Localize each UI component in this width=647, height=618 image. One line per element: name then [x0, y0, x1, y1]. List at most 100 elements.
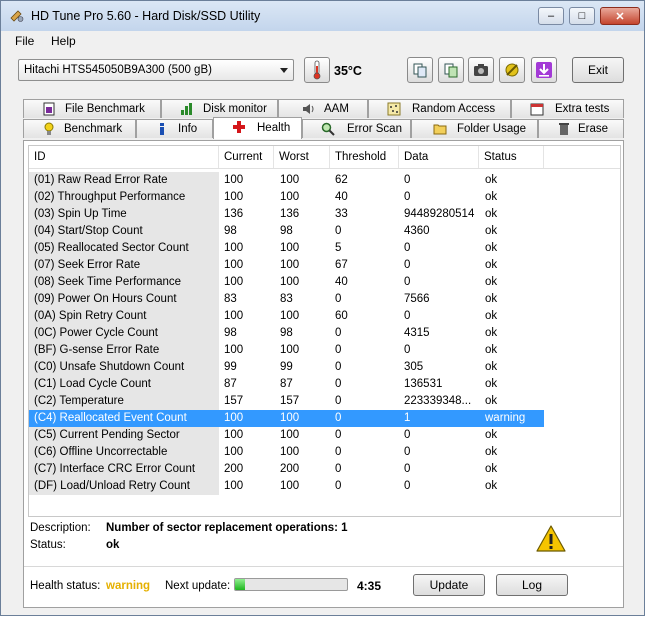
- close-button[interactable]: ✕: [600, 7, 640, 25]
- cell-status: ok: [485, 293, 498, 305]
- drive-select-value: Hitachi HTS545050B9A300 (500 gB): [24, 64, 212, 76]
- minimize-icon: –: [547, 10, 555, 22]
- tab-disk-monitor[interactable]: Disk monitor: [161, 99, 278, 118]
- table-row[interactable]: (BF) G-sense Error Rate 100 100 0 0 ok: [29, 342, 544, 359]
- table-row[interactable]: (03) Spin Up Time 136 136 33 94489280514 ok: [29, 206, 544, 223]
- tab-error-scan[interactable]: Error Scan: [302, 119, 411, 138]
- cell-current: 200: [224, 463, 244, 475]
- minimize-button[interactable]: –: [538, 7, 564, 25]
- tab-health[interactable]: Health: [213, 117, 302, 139]
- exit-button[interactable]: Exit: [572, 57, 624, 83]
- tab-info[interactable]: Info: [136, 119, 213, 138]
- tab-label: Erase: [578, 123, 609, 135]
- cell-id: (C1) Load Cycle Count: [34, 378, 151, 390]
- table-row[interactable]: (C4) Reallocated Event Count 100 100 0 1 warn…: [29, 410, 544, 427]
- table-row[interactable]: (C5) Current Pending Sector 100 100 0 0 ok: [29, 427, 544, 444]
- description-value: Number of sector replacement operations:…: [106, 522, 348, 534]
- cell-id: (04) Start/Stop Count: [34, 225, 143, 237]
- table-row[interactable]: (0C) Power Cycle Count 98 98 0 4315 ok: [29, 325, 544, 342]
- cell-threshold: 62: [335, 174, 348, 186]
- cell-worst: 83: [280, 293, 293, 305]
- cell-status: ok: [485, 446, 498, 458]
- tab-random-access[interactable]: Random Access: [368, 99, 511, 118]
- column-header-status[interactable]: Status: [479, 146, 544, 168]
- table-row[interactable]: (C1) Load Cycle Count 87 87 0 136531 ok: [29, 376, 544, 393]
- cell-current: 100: [224, 276, 244, 288]
- table-row[interactable]: (C0) Unsafe Shutdown Count 99 99 0 305 ok: [29, 359, 544, 376]
- tab-extra-tests[interactable]: Extra tests: [511, 99, 624, 118]
- table-row[interactable]: (05) Reallocated Sector Count 100 100 5 0 ok: [29, 240, 544, 257]
- column-header-threshold[interactable]: Threshold: [330, 146, 399, 168]
- table-row[interactable]: (02) Throughput Performance 100 100 40 0 ok: [29, 189, 544, 206]
- copy-text-button[interactable]: [407, 57, 433, 83]
- next-update-time: 4:35: [357, 579, 382, 593]
- table-row[interactable]: (0A) Spin Retry Count 100 100 60 0 ok: [29, 308, 544, 325]
- cell-status: ok: [485, 327, 498, 339]
- next-update-label: Next update:: [165, 580, 231, 592]
- table-row[interactable]: (C6) Offline Uncorrectable 100 100 0 0 ok: [29, 444, 544, 461]
- cell-worst: 100: [280, 242, 300, 254]
- cell-id: (05) Reallocated Sector Count: [34, 242, 189, 254]
- tab-label: Health: [257, 122, 291, 134]
- copy-info-icon: [444, 63, 458, 78]
- title-bar[interactable]: HD Tune Pro 5.60 - Hard Disk/SSD Utility…: [1, 1, 644, 32]
- tab-file-benchmark[interactable]: File Benchmark: [23, 99, 161, 118]
- copy-info-button[interactable]: [438, 57, 464, 83]
- column-header-worst[interactable]: Worst: [274, 146, 330, 168]
- cell-worst: 87: [280, 378, 293, 390]
- tab-benchmark[interactable]: Benchmark: [23, 119, 136, 138]
- menu-help[interactable]: Help: [51, 34, 76, 48]
- column-header-id[interactable]: ID: [29, 146, 219, 168]
- cell-status: ok: [485, 276, 498, 288]
- cell-current: 100: [224, 191, 244, 203]
- cell-data: 0: [404, 480, 411, 492]
- save-button[interactable]: [531, 57, 557, 83]
- tab-erase[interactable]: Erase: [538, 119, 624, 138]
- tab-aam[interactable]: AAM: [278, 99, 368, 118]
- cell-current: 157: [224, 395, 244, 407]
- cell-id: (C4) Reallocated Event Count: [34, 412, 187, 424]
- table-row[interactable]: (04) Start/Stop Count 98 98 0 4360 ok: [29, 223, 544, 240]
- log-button[interactable]: Log: [496, 574, 568, 596]
- screenshot-button[interactable]: [468, 57, 494, 83]
- column-header-data[interactable]: Data: [399, 146, 479, 168]
- table-row[interactable]: (DF) Load/Unload Retry Count 100 100 0 0 ok: [29, 478, 544, 495]
- cell-current: 136: [224, 208, 244, 220]
- cell-status: ok: [485, 208, 498, 220]
- table-row[interactable]: (09) Power On Hours Count 83 83 0 7566 ok: [29, 291, 544, 308]
- cell-data: 94489280514: [404, 208, 475, 220]
- cell-data: 0: [404, 429, 411, 441]
- table-row[interactable]: (01) Raw Read Error Rate 100 100 62 0 ok: [29, 172, 544, 189]
- maximize-button[interactable]: □: [569, 7, 595, 25]
- cell-data: 0: [404, 191, 411, 203]
- column-header-current[interactable]: Current: [219, 146, 274, 168]
- table-row[interactable]: (08) Seek Time Performance 100 100 40 0 ok: [29, 274, 544, 291]
- table-row[interactable]: (C2) Temperature 157 157 0 223339348... ok: [29, 393, 544, 410]
- table-row[interactable]: (07) Seek Error Rate 100 100 67 0 ok: [29, 257, 544, 274]
- cell-current: 100: [224, 412, 244, 424]
- cell-status: ok: [485, 463, 498, 475]
- temperature-button[interactable]: [304, 57, 330, 83]
- table-row[interactable]: (C7) Interface CRC Error Count 200 200 0 0 ok: [29, 461, 544, 478]
- cell-worst: 100: [280, 174, 300, 186]
- options-button[interactable]: [499, 57, 525, 83]
- cell-status: ok: [485, 395, 498, 407]
- error-scan-magnifier-icon: [321, 122, 335, 136]
- tab-folder-usage[interactable]: Folder Usage: [411, 119, 538, 138]
- separator: [24, 566, 623, 567]
- cell-status: ok: [485, 259, 498, 271]
- cell-worst: 100: [280, 259, 300, 271]
- cell-id: (C0) Unsafe Shutdown Count: [34, 361, 185, 373]
- cell-data: 0: [404, 446, 411, 458]
- options-wrench-icon: [505, 63, 519, 77]
- cell-threshold: 0: [335, 225, 342, 237]
- tab-label: Disk monitor: [203, 103, 267, 115]
- menu-file[interactable]: File: [15, 34, 34, 48]
- update-button[interactable]: Update: [413, 574, 485, 596]
- cell-id: (0C) Power Cycle Count: [34, 327, 158, 339]
- cell-worst: 100: [280, 480, 300, 492]
- drive-select[interactable]: Hitachi HTS545050B9A300 (500 gB): [18, 59, 294, 81]
- cell-threshold: 0: [335, 293, 342, 305]
- tab-label: File Benchmark: [65, 103, 145, 115]
- smart-table[interactable]: ID Current Worst Threshold Data Status (…: [28, 145, 621, 517]
